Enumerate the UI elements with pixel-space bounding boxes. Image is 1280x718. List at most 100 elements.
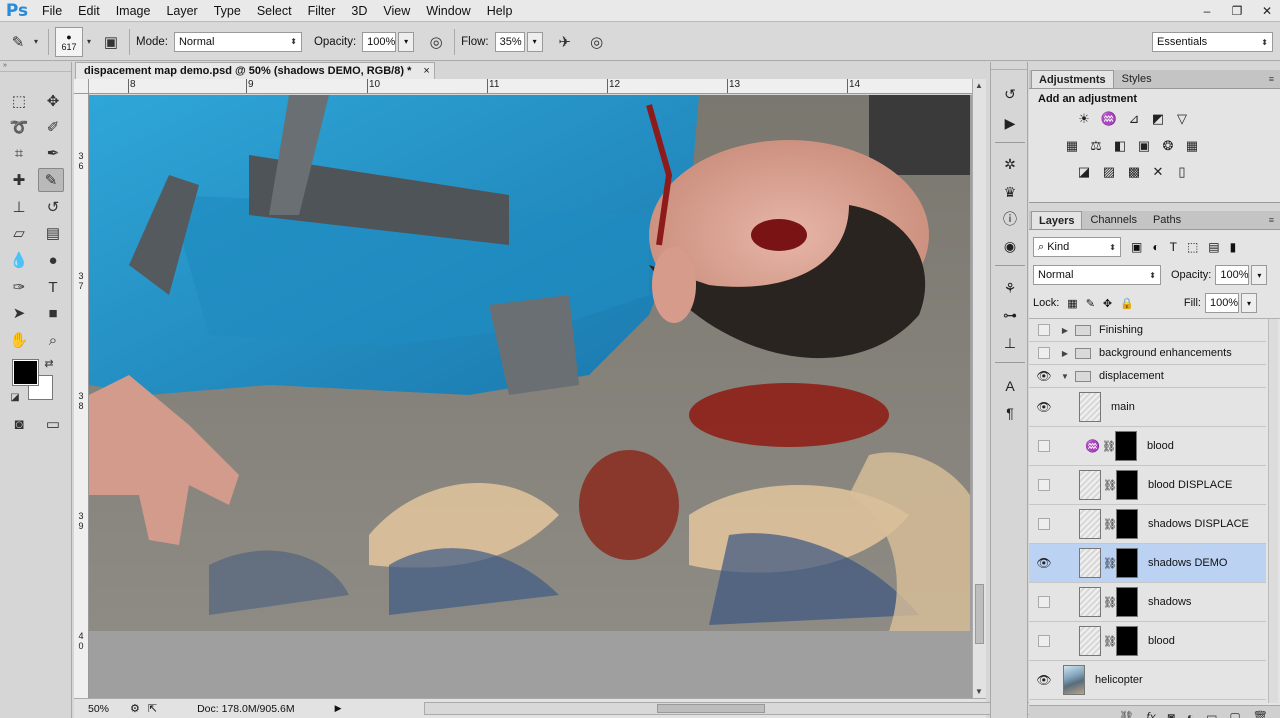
layer-main[interactable]: 👁 main — [1029, 388, 1266, 427]
airbrush-icon[interactable]: ✈ — [553, 30, 577, 54]
vertical-ruler[interactable]: 3 6 3 7 3 8 3 9 4 0 — [74, 94, 89, 698]
healing-brush-tool-icon[interactable]: ✚ — [6, 168, 32, 192]
tool-presets-icon[interactable]: ⊶ — [999, 305, 1021, 325]
tab-channels[interactable]: Channels — [1082, 211, 1144, 229]
crop-tool-icon[interactable]: ⌗ — [6, 141, 32, 165]
hue-saturation-icon[interactable]: ▦ — [1063, 137, 1081, 155]
opacity-slider-button[interactable]: ▾ — [398, 31, 415, 52]
layer-filter-select[interactable]: ⌕ Kind ⬍ — [1033, 237, 1121, 257]
vibrance-icon[interactable]: ▽ — [1173, 110, 1191, 128]
delete-layer-icon[interactable]: 🗑 — [1253, 710, 1268, 718]
visibility-toggle[interactable] — [1029, 324, 1059, 336]
eyedropper-tool-icon[interactable]: ✒ — [40, 141, 66, 165]
status-menu-icon[interactable]: ⚙ — [130, 702, 140, 715]
layer-style-icon[interactable]: fx — [1146, 710, 1155, 718]
path-selection-tool-icon[interactable]: ➤ — [6, 301, 32, 325]
lock-pixels-icon[interactable]: ✎ — [1086, 297, 1095, 310]
menu-3d[interactable]: 3D — [343, 4, 375, 18]
paragraph-panel-icon[interactable]: ¶ — [999, 403, 1021, 423]
posterize-icon[interactable]: ▨ — [1100, 163, 1118, 181]
actions-panel-icon[interactable]: ▶ — [999, 113, 1021, 133]
hand-tool-icon[interactable]: ✋ — [6, 328, 32, 352]
default-colors-icon[interactable]: ◪ — [6, 389, 24, 405]
filter-shape-icon[interactable]: ⬚ — [1187, 240, 1198, 254]
restore-button[interactable]: ❐ — [1230, 4, 1244, 18]
lock-position-icon[interactable]: ✥ — [1103, 297, 1112, 310]
layer-mask-thumbnail[interactable] — [1116, 509, 1138, 539]
menu-file[interactable]: File — [34, 4, 70, 18]
color-balance-icon[interactable]: ⚖ — [1087, 137, 1105, 155]
expand-arrow-icon[interactable]: ▶ — [1059, 326, 1071, 335]
horizontal-scroll-thumb[interactable] — [657, 704, 765, 713]
menu-image[interactable]: Image — [108, 4, 159, 18]
close-document-icon[interactable]: × — [423, 65, 429, 77]
visibility-toggle[interactable]: 👁 — [1029, 369, 1059, 383]
strip-grip[interactable] — [991, 62, 1027, 70]
layers-scrollbar[interactable] — [1268, 319, 1278, 703]
layer-shadows-displace[interactable]: ⛓ shadows DISPLACE — [1029, 505, 1266, 544]
visibility-toggle[interactable] — [1029, 440, 1059, 452]
filter-type-icon[interactable]: T — [1170, 240, 1177, 254]
document-canvas[interactable] — [89, 95, 970, 631]
tab-adjustments[interactable]: Adjustments — [1031, 70, 1114, 88]
color-panel-icon[interactable]: ◉ — [999, 236, 1021, 256]
curves-icon[interactable]: ⊿ — [1125, 110, 1143, 128]
tab-paths[interactable]: Paths — [1145, 211, 1189, 229]
fill-input[interactable]: 100% — [1204, 293, 1239, 313]
layer-helicopter[interactable]: 👁 helicopter — [1029, 661, 1266, 700]
blend-mode-select[interactable]: Normal ⬍ — [1033, 265, 1161, 285]
opacity-input[interactable]: 100% — [362, 31, 397, 52]
ruler-corner[interactable] — [74, 79, 89, 94]
layer-shadows-demo[interactable]: 👁 ⛓ shadows DEMO — [1029, 544, 1266, 583]
panel-menu-icon[interactable]: ≡ — [1269, 215, 1274, 225]
layer-mask-thumbnail[interactable] — [1116, 626, 1138, 656]
flow-input[interactable]: 35% — [494, 31, 525, 52]
tab-layers[interactable]: Layers — [1031, 211, 1083, 229]
layer-mask-thumbnail[interactable] — [1116, 548, 1138, 578]
new-layer-icon[interactable]: ▢ — [1229, 710, 1240, 718]
menu-type[interactable]: Type — [206, 4, 249, 18]
color-lookup-icon[interactable]: ▦ — [1183, 137, 1201, 155]
filter-toggle-icon[interactable]: ▮ — [1230, 240, 1237, 254]
layer-blood-displace[interactable]: ⛓ blood DISPLACE — [1029, 466, 1266, 505]
info-panel-icon[interactable]: ⓘ — [999, 209, 1021, 229]
filter-smart-object-icon[interactable]: ▤ — [1208, 240, 1219, 254]
blur-tool-icon[interactable]: 💧 — [6, 248, 32, 272]
marquee-tool-icon[interactable]: ⬚ — [6, 89, 32, 113]
invert-icon[interactable]: ◪ — [1075, 163, 1093, 181]
swap-colors-icon[interactable]: ⇄ — [40, 355, 58, 371]
menu-filter[interactable]: Filter — [300, 4, 344, 18]
visibility-toggle[interactable] — [1029, 347, 1059, 359]
link-icon[interactable]: ⛓ — [1103, 557, 1117, 570]
visibility-toggle[interactable] — [1029, 518, 1059, 530]
fill-slider-button[interactable]: ▾ — [1240, 293, 1257, 313]
visibility-toggle[interactable]: 👁 — [1029, 673, 1059, 687]
pressure-opacity-icon[interactable]: ◎ — [424, 30, 448, 54]
quick-select-tool-icon[interactable]: ✐ — [40, 115, 66, 139]
layer-shadows[interactable]: ⛓ shadows — [1029, 583, 1266, 622]
gradient-tool-icon[interactable]: ▤ — [40, 221, 66, 245]
horizontal-scrollbar[interactable] — [424, 702, 1044, 715]
link-icon[interactable]: ⛓ — [1103, 635, 1117, 648]
visibility-toggle[interactable] — [1029, 479, 1059, 491]
channel-mixer-icon[interactable]: ❂ — [1159, 137, 1177, 155]
brush-panel-toggle-icon[interactable]: ▣ — [99, 30, 123, 54]
menu-edit[interactable]: Edit — [70, 4, 108, 18]
character-panel-icon[interactable]: A — [999, 376, 1021, 396]
menu-window[interactable]: Window — [418, 4, 478, 18]
vertical-scroll-thumb[interactable] — [975, 584, 984, 644]
panel-menu-icon[interactable]: ≡ — [1269, 74, 1274, 84]
dodge-tool-icon[interactable]: ● — [40, 248, 66, 272]
move-tool-icon[interactable]: ✥ — [40, 89, 66, 113]
brush-presets-icon[interactable]: ♛ — [999, 182, 1021, 202]
rectangle-tool-icon[interactable]: ■ — [40, 301, 66, 325]
pressure-size-icon[interactable]: ◎ — [585, 30, 609, 54]
menu-layer[interactable]: Layer — [158, 4, 205, 18]
screen-mode-icon[interactable]: ▭ — [40, 412, 66, 436]
lock-transparency-icon[interactable]: ▦ — [1067, 297, 1077, 310]
share-icon[interactable]: ⇱ — [148, 702, 157, 715]
vertical-scrollbar[interactable]: ▲ ▼ — [972, 79, 986, 698]
filter-adjustment-icon[interactable]: ◐ — [1152, 240, 1159, 254]
lock-all-icon[interactable]: 🔒 — [1120, 297, 1134, 310]
quick-mask-icon[interactable]: ◙ — [6, 412, 32, 436]
